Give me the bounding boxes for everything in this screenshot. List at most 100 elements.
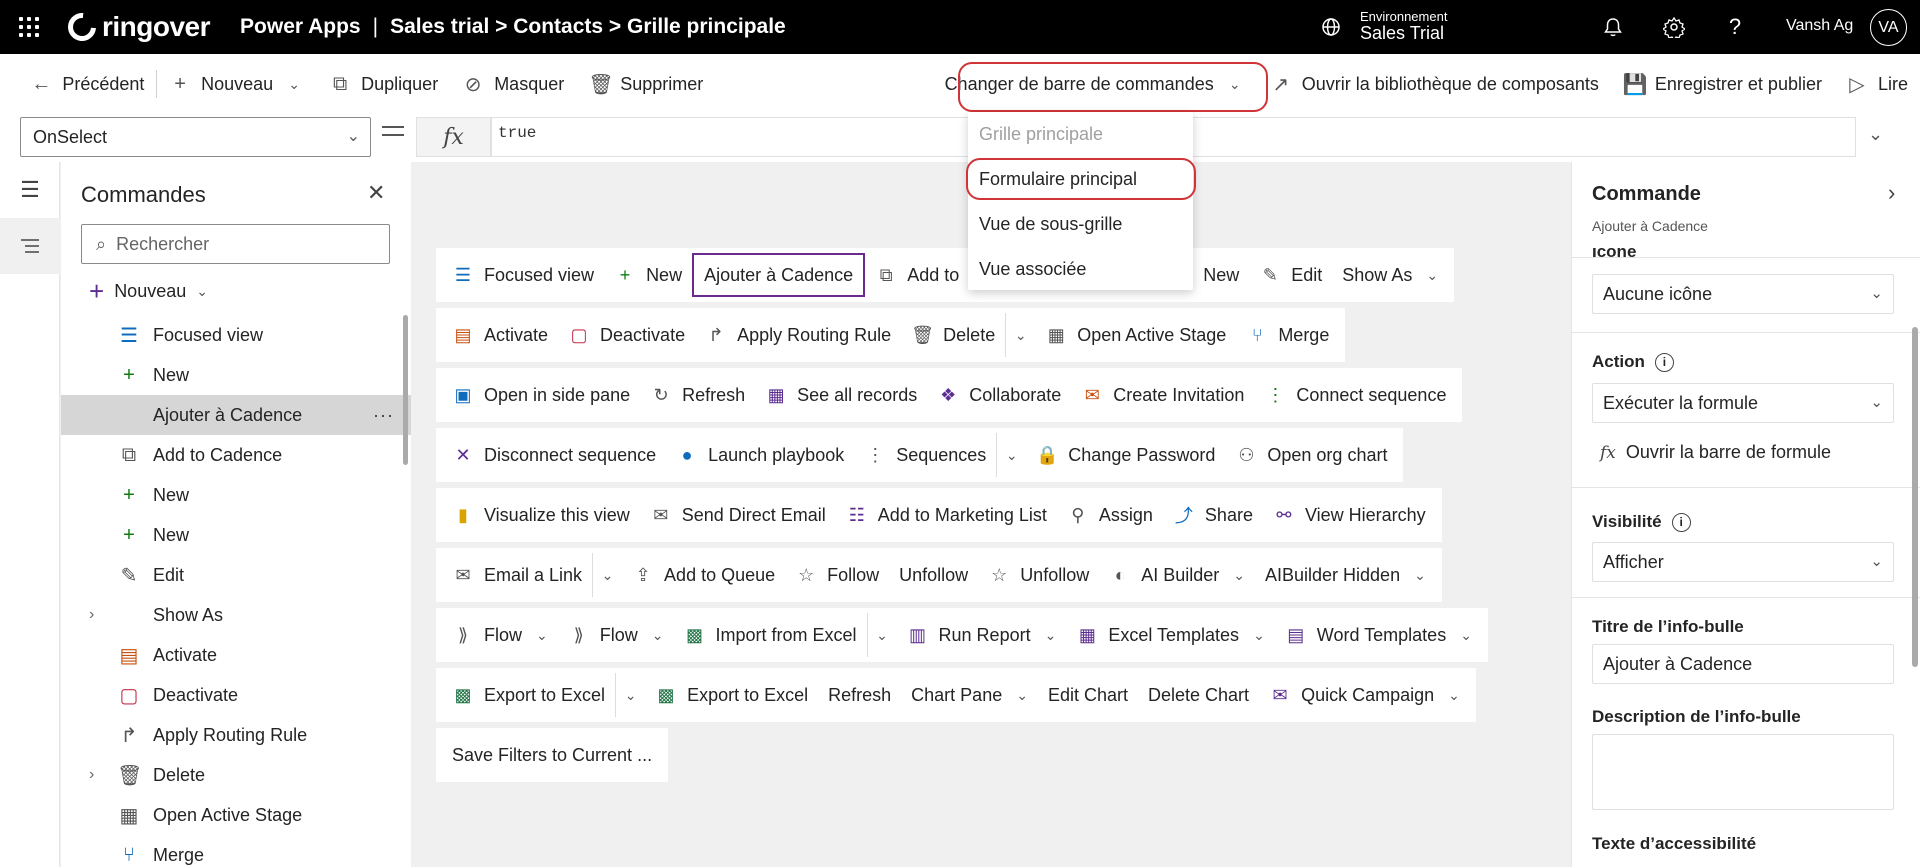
visibility-select[interactable]: Afficher ⌄ (1592, 542, 1894, 582)
environment-selector[interactable]: Environnement Sales Trial (1320, 0, 1447, 54)
tree-item[interactable]: › 🗑 Delete (61, 755, 411, 795)
avatar[interactable]: VA (1870, 9, 1907, 46)
new-command-button[interactable]: + Nouveau ⌄ (89, 276, 208, 307)
canvas-button[interactable]: Unfollow (889, 553, 978, 597)
user-name[interactable]: Vansh Ag (1786, 17, 1853, 35)
tooltip-title-input[interactable]: Ajouter à Cadence (1592, 644, 1894, 684)
canvas-button[interactable]: ⤴ Share (1163, 493, 1263, 537)
tree-item[interactable]: ✎ Edit (61, 555, 411, 595)
tree-item[interactable]: ↱ Apply Routing Rule (61, 715, 411, 755)
app-name[interactable]: Power Apps (240, 15, 361, 39)
duplicate-button[interactable]: ⧉ Dupliquer (317, 64, 450, 104)
canvas-button[interactable]: ▮ Visualize this view (442, 493, 640, 537)
canvas-button[interactable]: ☷ Add to Marketing List (836, 493, 1057, 537)
tree-view-icon[interactable] (0, 218, 60, 274)
tree-item[interactable]: + New (61, 355, 411, 395)
tree-item[interactable]: ▢ Deactivate (61, 675, 411, 715)
tree-item[interactable]: ☰ Focused view (61, 315, 411, 355)
canvas-button[interactable]: ⋮ Sequences (854, 433, 996, 477)
canvas-button[interactable]: 🔒 Change Password (1026, 433, 1225, 477)
scrollbar[interactable] (1912, 327, 1918, 667)
canvas-button[interactable]: ▦ Open Active Stage (1035, 313, 1236, 357)
canvas-button[interactable]: ● Launch playbook (666, 433, 854, 477)
chevron-down-icon[interactable]: ⌄ (866, 613, 897, 657)
play-button[interactable]: ▷ Lire (1834, 64, 1920, 104)
canvas-button[interactable]: ✕ Disconnect sequence (442, 433, 666, 477)
canvas-button[interactable]: ⚯ View Hierarchy (1263, 493, 1436, 537)
tree-item[interactable]: › Show As (61, 595, 411, 635)
menu-item[interactable]: Grille principale (968, 112, 1193, 157)
info-icon[interactable]: i (1671, 512, 1691, 532)
hide-button[interactable]: ⊘ Masquer (450, 64, 576, 104)
canvas-button[interactable]: ▤ Word Templates ⌄ (1275, 613, 1482, 657)
chevron-right-icon[interactable]: › (89, 606, 94, 624)
action-select[interactable]: Exécuter la formule ⌄ (1592, 383, 1894, 423)
canvas-button[interactable]: AIBuilder Hidden ⌄ (1255, 553, 1436, 597)
menu-item[interactable]: Vue de sous-grille (968, 202, 1193, 247)
canvas-button[interactable]: Save Filters to Current ... (442, 733, 662, 777)
canvas-button[interactable]: ☆ Follow (785, 553, 889, 597)
tree-item[interactable]: ⧉ Add to Cadence (61, 435, 411, 475)
canvas-button[interactable]: + New (604, 253, 692, 297)
canvas-button[interactable]: ⚲ Assign (1057, 493, 1163, 537)
open-library-button[interactable]: ↗ Ouvrir la bibliothèque de composants (1258, 64, 1611, 104)
canvas-button[interactable]: ▣ Open in side pane (442, 373, 640, 417)
canvas-button[interactable]: ⑂ Merge (1236, 313, 1339, 357)
property-dropdown[interactable]: OnSelect ⌄ (20, 117, 371, 157)
canvas-button[interactable]: ⚇ Open org chart (1225, 433, 1397, 477)
canvas-button[interactable]: ▦ Excel Templates ⌄ (1066, 613, 1274, 657)
menu-item[interactable]: Vue associée (968, 247, 1193, 292)
canvas-button[interactable]: Chart Pane ⌄ (901, 673, 1038, 717)
canvas-button[interactable]: Edit Chart (1038, 673, 1138, 717)
canvas-button[interactable]: ▩ Export to Excel (442, 673, 615, 717)
chevron-down-icon[interactable]: ⌄ (996, 433, 1026, 477)
new-button[interactable]: + Nouveau ⌄ (157, 64, 317, 104)
back-button[interactable]: ← Précédent (18, 64, 156, 104)
chevron-down-icon[interactable]: ⌄ (1005, 313, 1035, 357)
canvas-button[interactable]: ✎ Edit (1249, 253, 1332, 297)
canvas-button[interactable]: ✉ Create Invitation (1071, 373, 1254, 417)
canvas-button[interactable]: ▢ Deactivate (558, 313, 695, 357)
canvas-button[interactable]: ▦ See all records (755, 373, 927, 417)
bell-icon[interactable] (1600, 14, 1626, 40)
canvas-button[interactable]: ✉ Email a Link (442, 553, 592, 597)
tooltip-description-input[interactable] (1592, 734, 1894, 810)
help-icon[interactable]: ? (1722, 14, 1748, 40)
canvas-button[interactable]: ⧉ Add to (865, 253, 969, 297)
canvas-button[interactable]: Show As ⌄ (1332, 253, 1448, 297)
canvas-button[interactable]: ⟫ Flow ⌄ (558, 613, 674, 657)
canvas-button[interactable]: ❖ Collaborate (927, 373, 1071, 417)
canvas-button[interactable]: ◐ AI Builder ⌄ (1099, 553, 1255, 597)
open-formula-bar-link[interactable]: fx Ouvrir la barre de formule (1600, 442, 1831, 463)
search-input[interactable]: ⌕ Rechercher (81, 224, 390, 264)
save-publish-button[interactable]: 💾 Enregistrer et publier (1611, 64, 1834, 104)
canvas-button[interactable]: ☆ Unfollow (978, 553, 1099, 597)
more-icon[interactable]: ··· (373, 405, 394, 426)
canvas-button[interactable]: ⇪ Add to Queue (622, 553, 785, 597)
canvas-button[interactable]: ▩ Export to Excel (645, 673, 818, 717)
tree-item-selected[interactable]: Ajouter à Cadence ··· (61, 395, 411, 435)
chevron-down-icon[interactable]: ⌄ (615, 673, 645, 717)
chevron-down-icon[interactable]: ⌄ (592, 553, 622, 597)
delete-button[interactable]: 🗑 Supprimer (576, 64, 715, 104)
tree-item[interactable]: ▦ Open Active Stage (61, 795, 411, 835)
app-launcher-icon[interactable] (0, 0, 58, 54)
info-icon[interactable]: i (1654, 352, 1674, 372)
canvas-button[interactable]: ↱ Apply Routing Rule (695, 313, 901, 357)
chevron-right-icon[interactable]: › (1888, 180, 1895, 206)
canvas-button[interactable]: ⋮ Connect sequence (1254, 373, 1456, 417)
canvas-button[interactable]: ✉ Send Direct Email (640, 493, 836, 537)
chevron-right-icon[interactable]: › (89, 766, 94, 784)
scrollbar[interactable] (403, 315, 408, 465)
canvas-button[interactable]: Delete Chart (1138, 673, 1259, 717)
canvas-button[interactable]: ☰ Focused view (442, 253, 604, 297)
gear-icon[interactable] (1661, 14, 1687, 40)
canvas-button[interactable]: ↻ Refresh (640, 373, 755, 417)
canvas-button[interactable]: ▥ Run Report ⌄ (897, 613, 1067, 657)
hamburger-icon[interactable]: ☰ (0, 162, 60, 218)
tree-item[interactable]: ⑂ Merge (61, 835, 411, 867)
close-icon[interactable]: ✕ (367, 180, 385, 206)
canvas-button[interactable]: ▤ Activate (442, 313, 558, 357)
icon-select[interactable]: Aucune icône ⌄ (1592, 274, 1894, 314)
tree-item[interactable]: ▤ Activate (61, 635, 411, 675)
